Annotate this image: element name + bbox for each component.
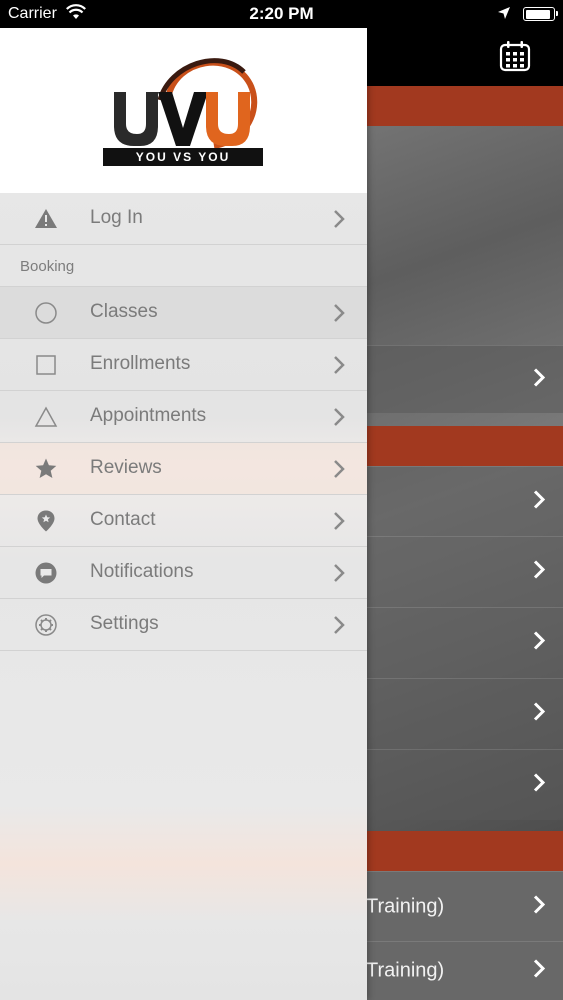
chevron-right-icon bbox=[333, 407, 345, 432]
warning-icon bbox=[34, 207, 58, 231]
chevron-right-icon bbox=[333, 459, 345, 484]
star-icon bbox=[34, 457, 58, 481]
menu-item-reviews[interactable]: Reviews bbox=[0, 443, 367, 495]
menu-item-label: Contact bbox=[90, 509, 156, 530]
menu-item-notifications[interactable]: Notifications bbox=[0, 547, 367, 599]
menu-item-appointments[interactable]: Appointments bbox=[0, 391, 367, 443]
status-bar: Carrier 2:20 PM bbox=[0, 0, 563, 28]
chevron-right-icon bbox=[533, 367, 546, 392]
logo-header: YOU VS YOU bbox=[0, 28, 367, 193]
battery-icon bbox=[523, 7, 558, 21]
menu-item-classes[interactable]: Classes bbox=[0, 287, 367, 339]
chevron-right-icon bbox=[533, 560, 546, 585]
chevron-right-icon bbox=[333, 209, 345, 234]
menu-item-enrollments[interactable]: Enrollments bbox=[0, 339, 367, 391]
menu-item-label: Enrollments bbox=[90, 353, 191, 374]
chevron-right-icon bbox=[333, 511, 345, 536]
chevron-right-icon bbox=[533, 894, 546, 919]
section-header-label: Booking bbox=[20, 258, 75, 275]
logo-tagline: YOU VS YOU bbox=[135, 150, 231, 164]
location-pin-icon bbox=[34, 509, 58, 533]
menu-item-contact[interactable]: Contact bbox=[0, 495, 367, 547]
uvu-logo bbox=[103, 58, 263, 166]
chevron-right-icon bbox=[533, 631, 546, 656]
triangle-icon bbox=[34, 405, 58, 429]
chevron-right-icon bbox=[533, 959, 546, 984]
menu-item-label: Classes bbox=[90, 301, 158, 322]
location-arrow-icon bbox=[497, 6, 511, 25]
menu-item-label: Reviews bbox=[90, 457, 162, 478]
chat-bubble-icon bbox=[34, 561, 58, 585]
gear-icon bbox=[34, 613, 58, 637]
clock: 2:20 PM bbox=[249, 4, 314, 23]
menu-item-login[interactable]: Log In bbox=[0, 193, 367, 245]
list-row-label: Training) bbox=[366, 959, 445, 982]
side-drawer: YOU VS YOU Log In Booking Classes Enroll… bbox=[0, 28, 367, 1000]
chevron-right-icon bbox=[533, 702, 546, 727]
menu-item-label: Log In bbox=[90, 207, 143, 228]
circle-icon bbox=[34, 301, 58, 325]
menu-item-label: Appointments bbox=[90, 405, 207, 426]
menu-item-settings[interactable]: Settings bbox=[0, 599, 367, 651]
section-header-booking: Booking bbox=[0, 245, 367, 287]
chevron-right-icon bbox=[333, 563, 345, 588]
chevron-right-icon bbox=[533, 489, 546, 514]
chevron-right-icon bbox=[333, 615, 345, 640]
calendar-icon[interactable] bbox=[499, 40, 531, 72]
menu-item-label: Notifications bbox=[90, 561, 194, 582]
chevron-right-icon bbox=[533, 773, 546, 798]
chevron-right-icon bbox=[333, 303, 345, 328]
square-icon bbox=[34, 353, 58, 377]
list-row-label: Training) bbox=[366, 895, 445, 917]
chevron-right-icon bbox=[333, 355, 345, 380]
menu-item-label: Settings bbox=[90, 613, 159, 634]
